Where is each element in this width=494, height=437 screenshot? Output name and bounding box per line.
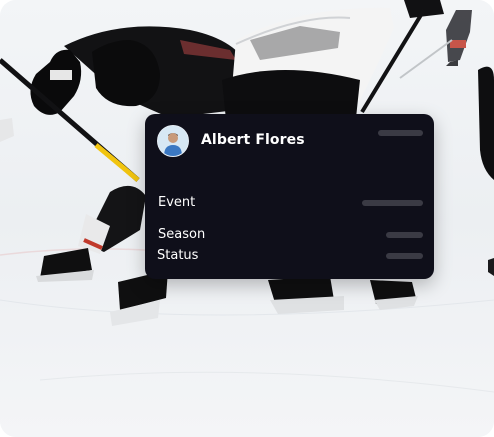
player-avatar bbox=[157, 125, 189, 157]
season-label: Season bbox=[158, 227, 206, 242]
status-label: Status bbox=[157, 248, 199, 263]
person-avatar-icon bbox=[158, 126, 188, 156]
header-placeholder-bar bbox=[378, 130, 423, 136]
player-profile-card: Albert Flores Event Season Status bbox=[145, 114, 434, 279]
hero-frame: Albert Flores Event Season Status bbox=[0, 0, 494, 437]
event-label: Event bbox=[158, 195, 196, 210]
event-value-placeholder bbox=[362, 200, 423, 206]
player-name: Albert Flores bbox=[201, 132, 305, 148]
season-value-placeholder bbox=[386, 232, 423, 238]
status-value-placeholder bbox=[386, 253, 423, 259]
